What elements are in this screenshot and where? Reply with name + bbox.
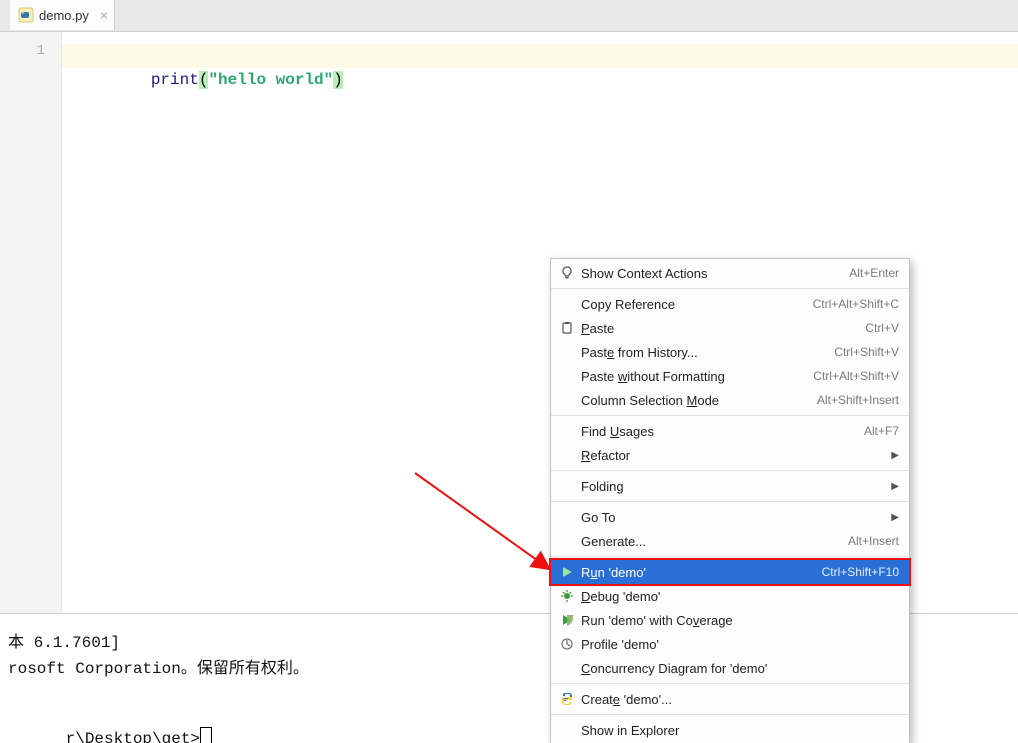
menu-item[interactable]: Paste from History... Ctrl+Shift+V [551, 340, 909, 364]
python-file-icon [18, 7, 34, 23]
blank-icon [557, 447, 577, 463]
blank-icon [557, 509, 577, 525]
menu-item[interactable]: Find Usages Alt+F7 [551, 419, 909, 443]
menu-item-label: Paste from History... [577, 345, 698, 360]
menu-item-shortcut: Alt+F7 [864, 424, 899, 438]
submenu-arrow-icon: ▶ [891, 512, 899, 523]
python-icon [557, 691, 577, 707]
menu-separator [551, 714, 909, 715]
menu-item[interactable]: Create 'demo'... [551, 687, 909, 711]
line-gutter: 1 [0, 32, 62, 613]
menu-item-shortcut: Ctrl+Alt+Shift+C [813, 297, 899, 311]
menu-separator [551, 470, 909, 471]
menu-item-label: Run 'demo' [577, 565, 646, 580]
menu-item-shortcut: Alt+Shift+Insert [817, 393, 899, 407]
blank-icon [557, 344, 577, 360]
menu-item[interactable]: Folding ▶ [551, 474, 909, 498]
coverage-icon [557, 612, 577, 628]
token-function: print [151, 71, 199, 89]
menu-item-shortcut: Ctrl+Shift+F10 [822, 565, 899, 579]
menu-item-shortcut: Ctrl+Alt+Shift+V [813, 369, 899, 383]
menu-item[interactable]: Paste Ctrl+V [551, 316, 909, 340]
menu-item[interactable]: Profile 'demo' [551, 632, 909, 656]
menu-item-label: Column Selection Mode [577, 393, 719, 408]
menu-item[interactable]: Run 'demo' with Coverage [551, 608, 909, 632]
menu-separator [551, 415, 909, 416]
submenu-arrow-icon: ▶ [891, 481, 899, 492]
run-icon [557, 564, 577, 580]
menu-item[interactable]: Concurrency Diagram for 'demo' [551, 656, 909, 680]
menu-separator [551, 683, 909, 684]
paren-open-highlight: ( [199, 71, 209, 89]
token-string: "hello world" [208, 71, 333, 89]
menu-item[interactable]: Go To ▶ [551, 505, 909, 529]
menu-separator [551, 288, 909, 289]
menu-item-label: Debug 'demo' [577, 589, 660, 604]
bulb-icon [557, 265, 577, 281]
menu-item[interactable]: Paste without Formatting Ctrl+Alt+Shift+V [551, 364, 909, 388]
editor-tab-bar: demo.py × [0, 0, 1018, 32]
blank-icon [557, 423, 577, 439]
menu-item[interactable]: Copy Reference Ctrl+Alt+Shift+C [551, 292, 909, 316]
menu-item-label: Show Context Actions [577, 266, 707, 281]
blank-icon [557, 296, 577, 312]
blank-icon [557, 533, 577, 549]
blank-icon [557, 722, 577, 738]
menu-item-label: Folding [577, 479, 624, 494]
menu-item-label: Run 'demo' with Coverage [577, 613, 733, 628]
paren-close-highlight: ) [333, 71, 343, 89]
menu-item[interactable]: Column Selection Mode Alt+Shift+Insert [551, 388, 909, 412]
menu-item-label: Concurrency Diagram for 'demo' [577, 661, 767, 676]
close-tab-icon[interactable]: × [100, 7, 108, 23]
blank-icon [557, 368, 577, 384]
menu-item-label: Show in Explorer [577, 723, 679, 738]
menu-item-label: Go To [577, 510, 615, 525]
submenu-arrow-icon: ▶ [891, 450, 899, 461]
menu-item-label: Profile 'demo' [577, 637, 659, 652]
editor-tab-demo-py[interactable]: demo.py × [10, 0, 115, 30]
blank-icon [557, 392, 577, 408]
menu-separator [551, 501, 909, 502]
editor-tab-label: demo.py [39, 8, 89, 23]
menu-item-label: Copy Reference [577, 297, 675, 312]
menu-item-shortcut: Alt+Insert [848, 534, 899, 548]
menu-item[interactable]: Show Context Actions Alt+Enter [551, 261, 909, 285]
menu-item-shortcut: Alt+Enter [849, 266, 899, 280]
menu-item[interactable]: Generate... Alt+Insert [551, 529, 909, 553]
profile-icon [557, 636, 577, 652]
editor-context-menu: Show Context Actions Alt+Enter Copy Refere… [550, 258, 910, 743]
menu-item-label: Create 'demo'... [577, 692, 672, 707]
terminal-cursor [200, 727, 212, 743]
menu-item[interactable]: Refactor ▶ [551, 443, 909, 467]
menu-item-label: Paste without Formatting [577, 369, 725, 384]
menu-item-label: Refactor [577, 448, 630, 463]
menu-item[interactable]: Run 'demo' Ctrl+Shift+F10 [551, 560, 909, 584]
blank-icon [557, 660, 577, 676]
menu-item[interactable]: Debug 'demo' [551, 584, 909, 608]
paste-icon [557, 320, 577, 336]
menu-item-label: Generate... [577, 534, 646, 549]
line-number: 1 [0, 40, 61, 62]
blank-icon [557, 478, 577, 494]
terminal-prompt: r\Desktop\get> [66, 730, 200, 743]
code-line-1: print("hello world") [74, 44, 343, 116]
menu-item[interactable]: Show in Explorer [551, 718, 909, 742]
menu-item-label: Paste [577, 321, 614, 336]
debug-icon [557, 588, 577, 604]
menu-item-shortcut: Ctrl+Shift+V [834, 345, 899, 359]
menu-separator [551, 556, 909, 557]
menu-item-shortcut: Ctrl+V [865, 321, 899, 335]
menu-item-label: Find Usages [577, 424, 654, 439]
